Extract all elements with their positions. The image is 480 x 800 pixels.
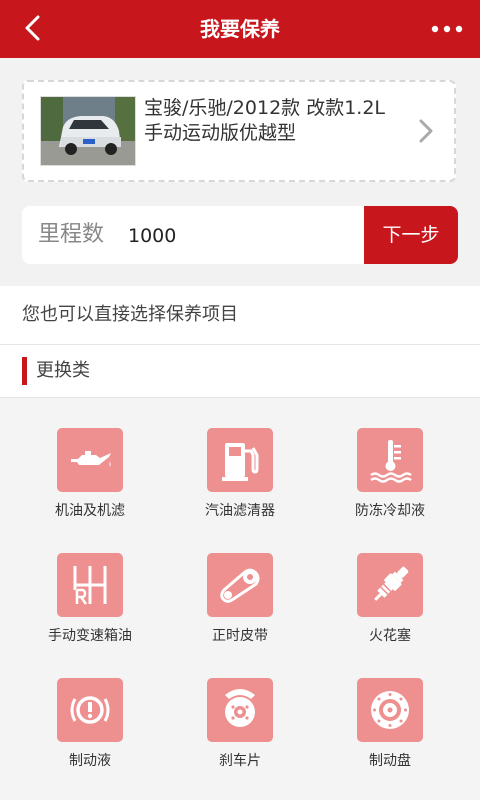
spark-plug-icon	[374, 566, 409, 601]
mileage-box: 里程数	[22, 206, 364, 264]
maintenance-grid: 机油及机滤 汽油滤清器 防冻冷却液 手动变速箱油 正时皮带 火花塞 制动液 刹车…	[0, 398, 480, 800]
item-tile	[207, 678, 273, 742]
direct-select-text: 您也可以直接选择保养项目	[22, 304, 238, 325]
car-card[interactable]: 宝骏/乐驰/2012款 改款1.2L 手动运动版优越型	[22, 80, 456, 182]
timing-belt-icon	[220, 568, 260, 603]
gear-shift-icon	[73, 566, 107, 607]
coolant-icon	[370, 440, 412, 483]
car-model-name: 宝骏/乐驰/2012款 改款1.2L 手动运动版优越型	[144, 97, 385, 144]
item-brake-fluid[interactable]: 制动液	[15, 678, 165, 770]
mileage-label: 里程数	[38, 222, 105, 247]
item-label: 汽油滤清器	[205, 503, 275, 519]
item-label: 火花塞	[369, 628, 411, 644]
item-tile	[357, 678, 423, 742]
item-tile	[357, 428, 423, 492]
car-section: 宝骏/乐驰/2012款 改款1.2L 手动运动版优越型	[0, 58, 480, 200]
item-spark-plug[interactable]: 火花塞	[315, 553, 465, 645]
item-brake-pad[interactable]: 刹车片	[165, 678, 315, 770]
item-tile	[357, 553, 423, 617]
section-header: 更换类	[0, 345, 480, 398]
brake-fluid-icon	[70, 696, 110, 724]
item-label: 刹车片	[219, 753, 261, 769]
next-step-button[interactable]: 下一步	[364, 206, 458, 264]
item-label: 制动盘	[369, 753, 411, 769]
more-options-icon[interactable]	[430, 14, 464, 44]
direct-select-row: 您也可以直接选择保养项目	[0, 286, 480, 345]
item-timing-belt[interactable]: 正时皮带	[165, 553, 315, 645]
item-tile	[57, 553, 123, 617]
item-fuel-filter[interactable]: 汽油滤清器	[165, 428, 315, 520]
fuel-pump-icon	[222, 443, 259, 481]
item-tile	[57, 428, 123, 492]
item-tile	[57, 678, 123, 742]
header-bar: 我要保养	[0, 0, 480, 58]
item-coolant[interactable]: 防冻冷却液	[315, 428, 465, 520]
item-manual-gearbox-oil[interactable]: 手动变速箱油	[15, 553, 165, 645]
item-tile	[207, 428, 273, 492]
mileage-row: 里程数 下一步	[22, 206, 458, 264]
item-label: 机油及机滤	[55, 503, 125, 519]
item-tile	[207, 553, 273, 617]
item-label: 手动变速箱油	[48, 628, 132, 644]
item-label: 防冻冷却液	[355, 503, 425, 519]
page-title: 我要保养	[200, 17, 280, 41]
item-label: 制动液	[69, 753, 111, 769]
chevron-right-icon	[419, 119, 433, 143]
mileage-input[interactable]	[126, 220, 330, 252]
section-title: 更换类	[36, 360, 90, 381]
item-oil-filter[interactable]: 机油及机滤	[15, 428, 165, 520]
section-accent-bar	[22, 357, 27, 385]
car-photo	[40, 96, 136, 166]
oil-can-icon	[71, 451, 111, 467]
item-label: 正时皮带	[212, 628, 268, 644]
brake-disc-icon	[371, 691, 409, 729]
item-brake-disc[interactable]: 制动盘	[315, 678, 465, 770]
brake-pad-icon	[225, 689, 255, 727]
